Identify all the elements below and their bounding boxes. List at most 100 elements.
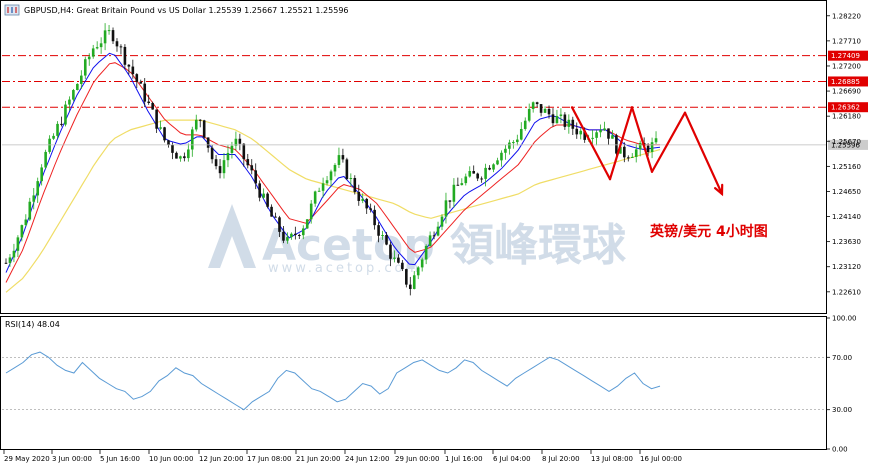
candle-body bbox=[52, 135, 55, 139]
candle-body bbox=[432, 235, 436, 237]
candle-body bbox=[428, 235, 432, 246]
level-label: 1.26885 bbox=[831, 78, 860, 86]
price-tick-label: 1.26690 bbox=[832, 88, 861, 96]
candle-body bbox=[119, 46, 123, 48]
candle-body bbox=[40, 167, 43, 182]
candle-body bbox=[512, 142, 515, 144]
candle-body bbox=[139, 81, 143, 84]
candle-body bbox=[194, 119, 198, 130]
candle-body bbox=[12, 250, 16, 258]
candle-body bbox=[571, 119, 575, 129]
candle-body bbox=[555, 115, 559, 124]
candle-body bbox=[242, 143, 246, 160]
candle-body bbox=[567, 119, 571, 127]
candle-body bbox=[155, 109, 158, 129]
price-tick-label: 1.22610 bbox=[832, 288, 861, 296]
candle-body bbox=[278, 217, 281, 232]
rsi-tick-label: 0.00 bbox=[832, 446, 848, 454]
time-tick-label: 1 Jul 16:00 bbox=[445, 455, 483, 463]
candle-body bbox=[424, 245, 428, 260]
candle-body bbox=[559, 114, 563, 116]
candle-body bbox=[484, 167, 487, 179]
candle-body bbox=[563, 114, 567, 127]
candle-body bbox=[250, 165, 254, 171]
time-tick-label: 8 Jul 20:00 bbox=[542, 455, 580, 463]
candle-body bbox=[341, 155, 345, 160]
candle-body bbox=[623, 146, 626, 158]
candle-body bbox=[539, 104, 543, 113]
price-tick-label: 1.26180 bbox=[832, 113, 861, 121]
candle-body bbox=[72, 90, 75, 100]
candle-body bbox=[416, 267, 420, 276]
candle-body bbox=[452, 184, 456, 202]
candle-body bbox=[361, 198, 365, 201]
candle-body bbox=[294, 233, 297, 236]
candle-body bbox=[171, 144, 174, 153]
candle-body bbox=[527, 109, 531, 121]
candle-body bbox=[68, 99, 71, 105]
candle-body bbox=[607, 128, 610, 139]
price-tick-label: 1.24140 bbox=[832, 213, 861, 221]
candle-body bbox=[32, 195, 36, 202]
candle-body bbox=[365, 198, 368, 209]
time-tick-label: 10 Jun 00:00 bbox=[149, 455, 193, 463]
candle-body bbox=[95, 47, 99, 49]
candle-body bbox=[500, 152, 503, 161]
price-tick-label: 1.25670 bbox=[832, 138, 861, 146]
candle-body bbox=[504, 148, 507, 153]
candle-body bbox=[274, 216, 277, 218]
candle-body bbox=[24, 219, 28, 226]
candle-body bbox=[650, 142, 654, 153]
candle-body bbox=[575, 128, 579, 135]
candle-body bbox=[369, 208, 372, 210]
candle-body bbox=[626, 157, 630, 159]
candle-body bbox=[179, 156, 182, 159]
candle-body bbox=[44, 151, 47, 168]
level-label: 1.26362 bbox=[831, 104, 860, 112]
rsi-tick-label: 30.00 bbox=[832, 406, 852, 414]
candle-body bbox=[496, 160, 499, 165]
candle-body bbox=[333, 164, 337, 172]
candle-body bbox=[373, 209, 376, 226]
candle-body bbox=[20, 225, 24, 238]
candle-body bbox=[222, 160, 226, 174]
candle-body bbox=[654, 138, 658, 143]
time-tick-label: 5 Jun 16:00 bbox=[100, 455, 140, 463]
candle-body bbox=[349, 178, 353, 180]
candle-body bbox=[266, 193, 269, 207]
candle-body bbox=[393, 257, 396, 259]
time-tick-label: 6 Jul 04:00 bbox=[493, 455, 531, 463]
candle-body bbox=[385, 234, 388, 245]
candle-body bbox=[246, 159, 250, 166]
candle-body bbox=[492, 164, 495, 170]
candle-body bbox=[531, 102, 535, 110]
candle-body bbox=[48, 138, 51, 152]
candle-body bbox=[321, 183, 325, 191]
candle-body bbox=[159, 127, 162, 129]
candle-body bbox=[187, 149, 190, 159]
time-tick-label: 17 Jun 08:00 bbox=[247, 455, 291, 463]
candle-body bbox=[472, 171, 476, 174]
candle-body bbox=[210, 147, 214, 160]
candle-body bbox=[282, 231, 285, 241]
candle-body bbox=[214, 159, 218, 167]
candle-body bbox=[309, 203, 313, 220]
candle-body bbox=[408, 284, 412, 289]
time-tick-label: 24 Jun 12:00 bbox=[345, 455, 389, 463]
candle-body bbox=[28, 201, 32, 220]
time-tick-label: 29 May 2020 bbox=[4, 455, 50, 463]
candle-body bbox=[286, 237, 289, 241]
candle-body bbox=[8, 257, 12, 263]
candle-body bbox=[337, 155, 341, 165]
candle-body bbox=[80, 75, 83, 84]
candle-body bbox=[290, 233, 293, 238]
candle-body bbox=[198, 119, 202, 121]
candle-body bbox=[397, 257, 400, 263]
candle-body bbox=[226, 152, 230, 161]
candle-body bbox=[405, 269, 408, 285]
candle-body bbox=[123, 46, 127, 65]
candle-body bbox=[313, 191, 317, 204]
candle-body bbox=[4, 262, 8, 264]
candle-body bbox=[547, 108, 551, 115]
candle-body bbox=[329, 171, 333, 181]
